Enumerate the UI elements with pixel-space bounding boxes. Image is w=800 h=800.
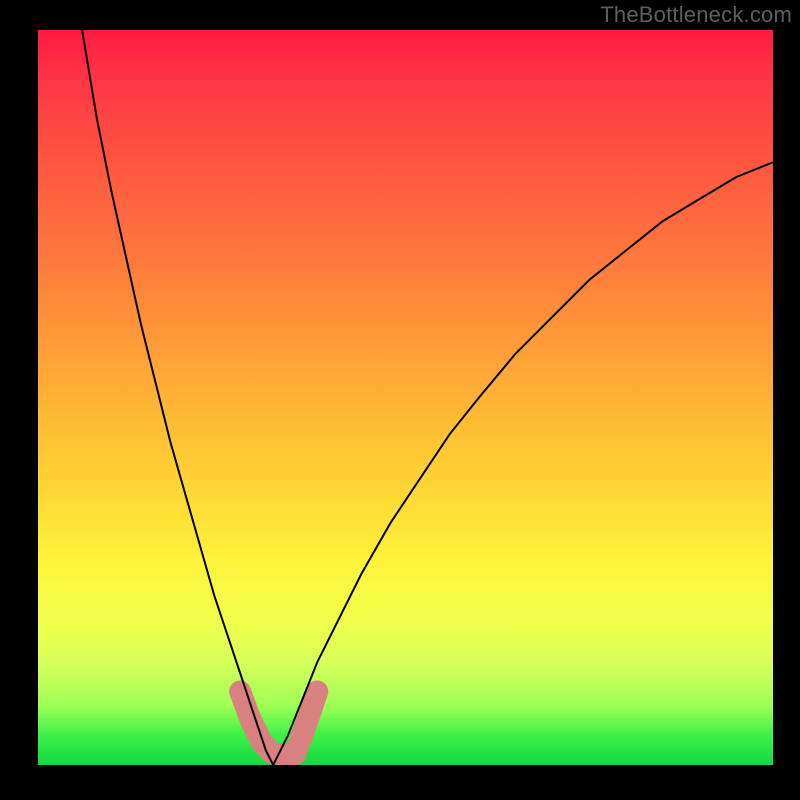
curve-left-branch: [82, 30, 273, 765]
watermark-text: TheBottleneck.com: [600, 2, 792, 28]
chart-frame: TheBottleneck.com: [0, 0, 800, 800]
curve-layer: [38, 30, 773, 765]
curve-right-branch: [273, 162, 773, 765]
highlight-marker: [240, 692, 317, 755]
plot-area: [38, 30, 773, 765]
